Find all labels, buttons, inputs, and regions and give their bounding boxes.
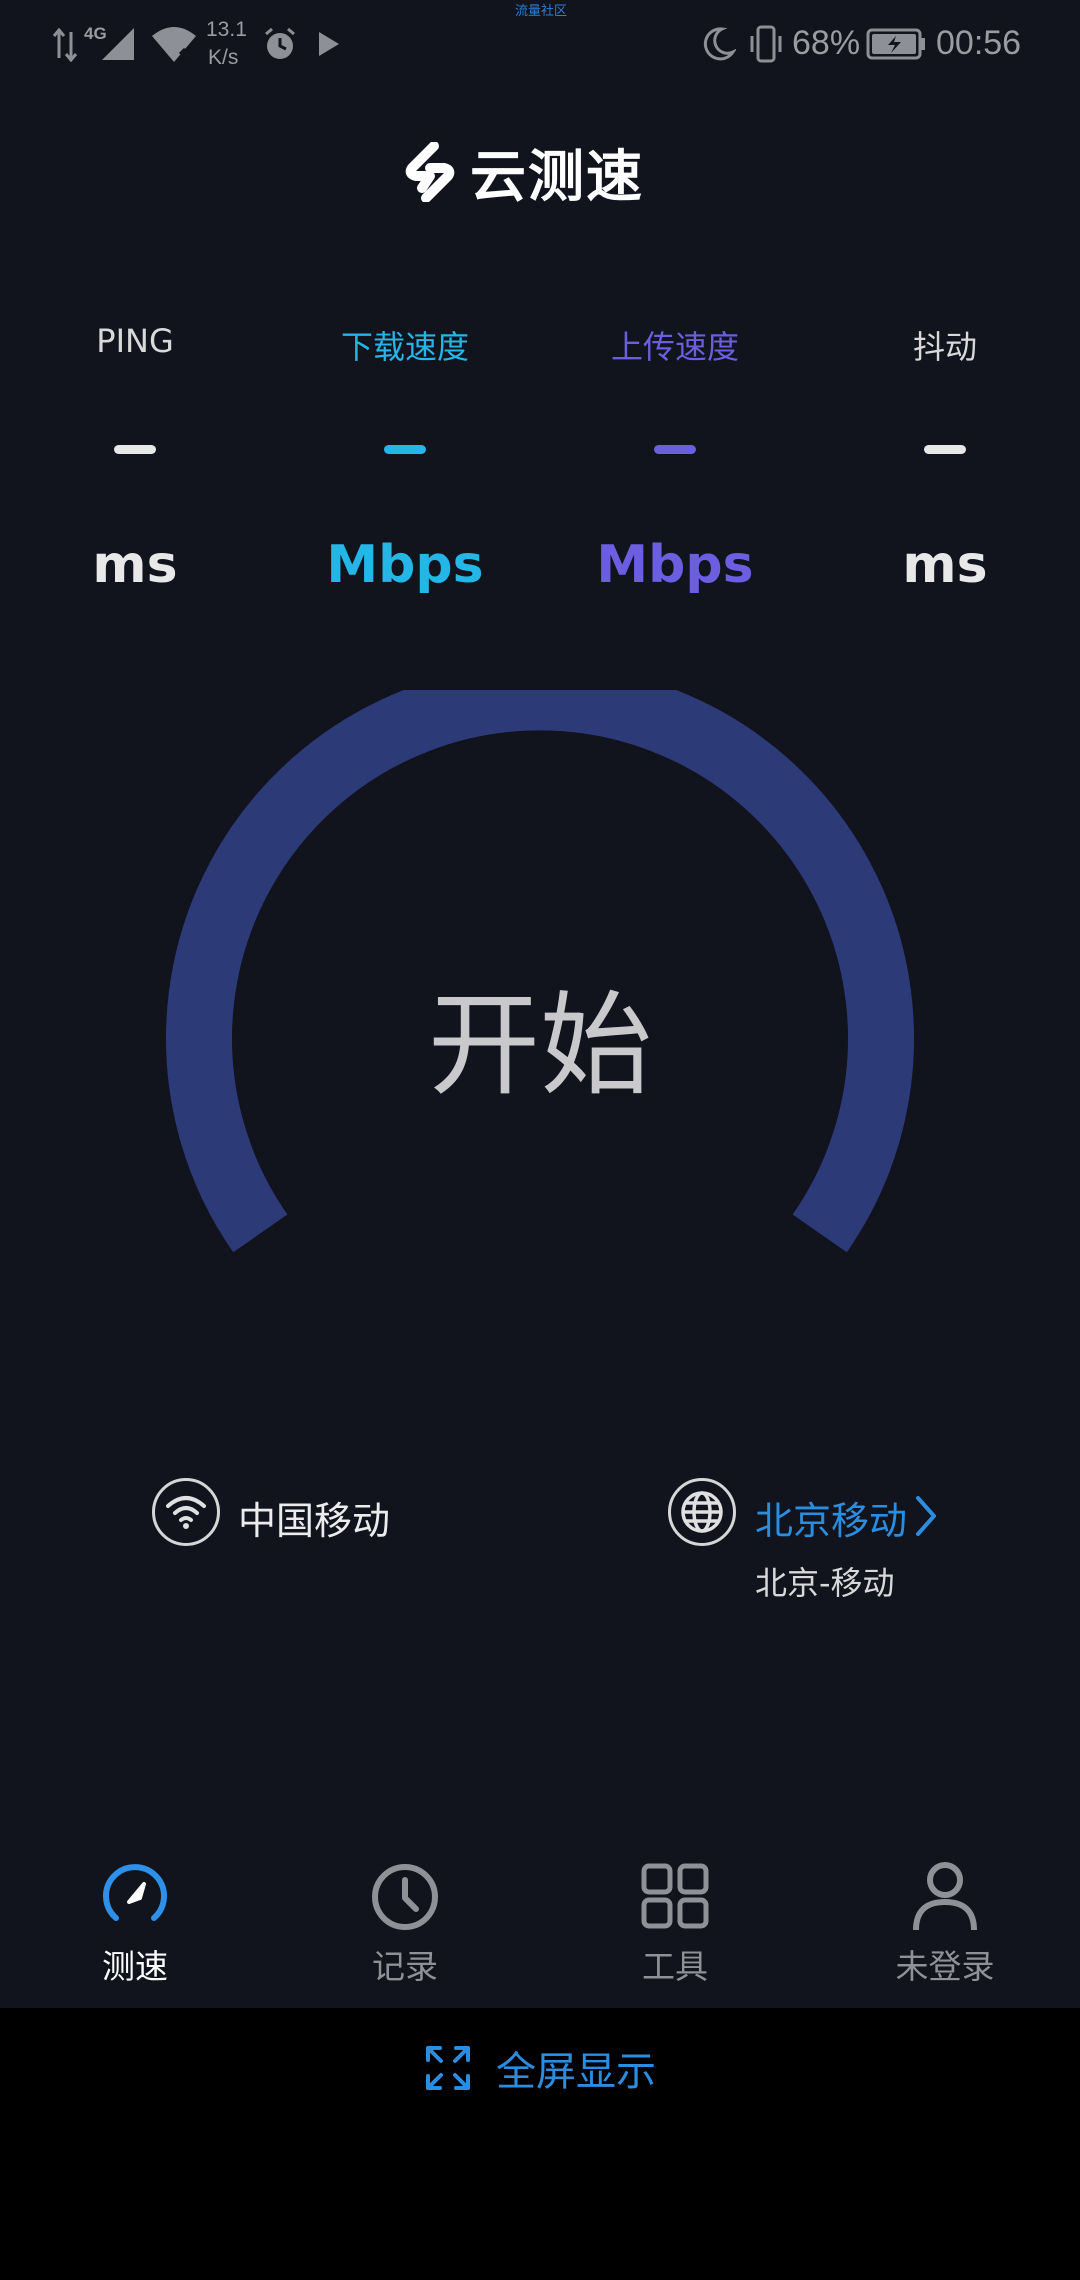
server-name[interactable]: 北京移动: [755, 1490, 907, 1545]
app-logo: 云测速: [400, 140, 644, 210]
app-title: 云测速: [470, 144, 644, 210]
nav-tab-speedtest[interactable]: 测速: [0, 1860, 270, 1990]
nav-label: 测速: [102, 1947, 168, 1986]
expand-icon: [426, 2046, 470, 2090]
net-speed-value: 13.1: [206, 18, 247, 41]
status-bar: 流量社区 4G 13.1 K/s 68% 00:56: [0, 0, 1080, 92]
metric-unit: ms: [92, 535, 178, 595]
server-selector[interactable]: [668, 1478, 736, 1546]
moon-icon: [703, 27, 736, 61]
user-icon: [913, 1862, 977, 1930]
speedometer-icon: [103, 1864, 167, 1921]
net-speed-unit: K/s: [208, 46, 239, 69]
server-location: 北京-移动: [755, 1564, 895, 1602]
nav-label: 未登录: [895, 1947, 995, 1986]
metric-value-dash: [384, 445, 426, 454]
play-icon: [319, 32, 339, 56]
metric-unit: ms: [902, 535, 988, 595]
fullscreen-button[interactable]: 全屏显示: [0, 2038, 1080, 2098]
battery-charging-icon: [866, 28, 925, 60]
metric-value-dash: [114, 445, 156, 454]
logo-mark-icon: [405, 142, 455, 202]
clock-icon: [372, 1864, 438, 1930]
battery-percent: 68%: [792, 24, 861, 62]
metric-unit: Mbps: [596, 535, 754, 595]
vibrate-icon: [750, 25, 782, 63]
wifi-icon: [152, 27, 196, 62]
nav-label: 工具: [642, 1947, 708, 1986]
clock-time: 00:56: [936, 24, 1022, 62]
nav-label: 记录: [372, 1947, 438, 1986]
start-button[interactable]: 开始: [0, 955, 1080, 1117]
metric-label: 抖动: [912, 328, 977, 366]
metric-label: PING: [96, 322, 174, 360]
wifi-circle-icon: [152, 1478, 220, 1546]
data-arrows-icon: [52, 28, 78, 62]
alarm-icon: [265, 27, 295, 59]
fullscreen-label: 全屏显示: [496, 2049, 656, 2095]
metric-unit: Mbps: [326, 535, 484, 595]
carrier-info: [152, 1478, 220, 1546]
metric-value-dash: [654, 445, 696, 454]
grid-icon: [641, 1863, 709, 1929]
metric-label: 下载速度: [340, 328, 469, 366]
nav-tab-tools[interactable]: 工具: [540, 1860, 810, 1990]
chevron-right-icon[interactable]: [912, 1494, 940, 1538]
signal-icon: [102, 28, 134, 60]
top-notice-text: 流量社区: [515, 4, 568, 19]
carrier-name: 中国移动: [238, 1499, 391, 1543]
nav-tab-profile[interactable]: 未登录: [810, 1860, 1080, 1990]
globe-icon: [668, 1478, 736, 1546]
nav-tab-history[interactable]: 记录: [270, 1860, 540, 1990]
metric-value-dash: [924, 445, 966, 454]
metric-label: 上传速度: [610, 328, 739, 366]
